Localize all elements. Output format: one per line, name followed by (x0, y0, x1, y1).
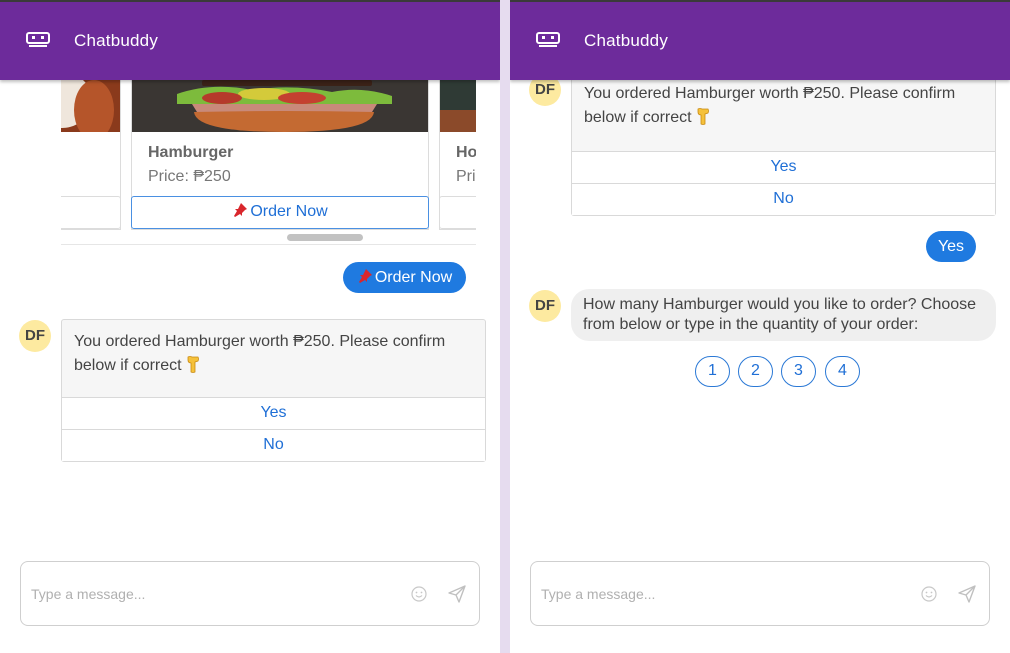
bot-message: You ordered Hamburger worth ₱250. Please… (62, 320, 485, 397)
product-image (440, 80, 476, 132)
message-input-placeholder[interactable]: Type a message... (31, 586, 145, 602)
user-message-text: Order Now (374, 269, 453, 286)
product-card: Ho Pri (439, 80, 476, 230)
product-name: Ho (456, 144, 476, 161)
product-card-hamburger: Hamburger Price: ₱250 Order Now (131, 80, 429, 230)
robot-logo-icon (26, 32, 50, 47)
order-now-button[interactable]: Order Now (131, 196, 429, 229)
quantity-option-1[interactable]: 1 (695, 356, 730, 387)
smiley-icon[interactable] (411, 586, 427, 602)
app-title: Chatbuddy (74, 31, 159, 50)
message-composer[interactable]: Type a message... (530, 561, 990, 626)
product-card (61, 80, 121, 230)
order-now-button[interactable] (439, 196, 476, 229)
header-bar: Chatbuddy (510, 0, 1010, 80)
user-message-bubble: Yes (926, 231, 976, 262)
quantity-option-3[interactable]: 3 (781, 356, 816, 387)
product-image (61, 80, 120, 132)
send-icon[interactable] (447, 584, 467, 604)
bot-avatar: DF (19, 320, 51, 352)
bot-message-text: You ordered Hamburger worth ₱250. Please… (584, 85, 956, 126)
message-input-placeholder[interactable]: Type a message... (541, 586, 655, 602)
order-now-label: Order Now (250, 203, 328, 220)
yes-option-button[interactable]: Yes (572, 151, 995, 183)
send-icon[interactable] (957, 584, 977, 604)
robot-logo-icon (536, 32, 560, 47)
smiley-icon[interactable] (921, 586, 937, 602)
product-price: Pri (456, 168, 476, 185)
right-chat-window: Chatbuddy DF You ordered Hamburger worth… (510, 0, 1010, 653)
message-composer[interactable]: Type a message... (20, 561, 480, 626)
bot-message-text: You ordered Hamburger worth ₱250. Please… (74, 333, 446, 374)
product-price: Price: ₱250 (148, 168, 231, 185)
carousel-scrollbar[interactable] (287, 234, 363, 241)
bot-avatar: DF (529, 290, 561, 322)
pushpin-icon (358, 269, 372, 283)
quantity-option-4[interactable]: 4 (825, 356, 860, 387)
hamburger-image (132, 80, 428, 132)
yes-option-button[interactable]: Yes (62, 397, 485, 429)
product-name: Hamburger (148, 144, 234, 161)
pointing-down-hand-icon (697, 108, 709, 125)
order-now-button[interactable] (61, 196, 121, 229)
header-bar: Chatbuddy (0, 0, 500, 80)
app-title: Chatbuddy (584, 31, 669, 50)
quantity-option-2[interactable]: 2 (738, 356, 773, 387)
no-option-button[interactable]: No (62, 429, 485, 461)
confirm-card: You ordered Hamburger worth ₱250. Please… (61, 319, 486, 462)
bot-message: You ordered Hamburger worth ₱250. Please… (572, 74, 995, 151)
confirm-card: You ordered Hamburger worth ₱250. Please… (571, 74, 996, 216)
pointing-down-hand-icon (187, 356, 199, 373)
product-carousel[interactable]: Hamburger Price: ₱250 Order Now Ho Pri (61, 80, 476, 245)
bot-question-bubble: How many Hamburger would you like to ord… (571, 289, 996, 341)
pushpin-icon (234, 203, 248, 217)
left-chat-window: Chatbuddy Hamburger Price: ₱250 Order No… (0, 0, 500, 653)
user-message-bubble: Order Now (343, 262, 466, 293)
no-option-button[interactable]: No (572, 183, 995, 215)
